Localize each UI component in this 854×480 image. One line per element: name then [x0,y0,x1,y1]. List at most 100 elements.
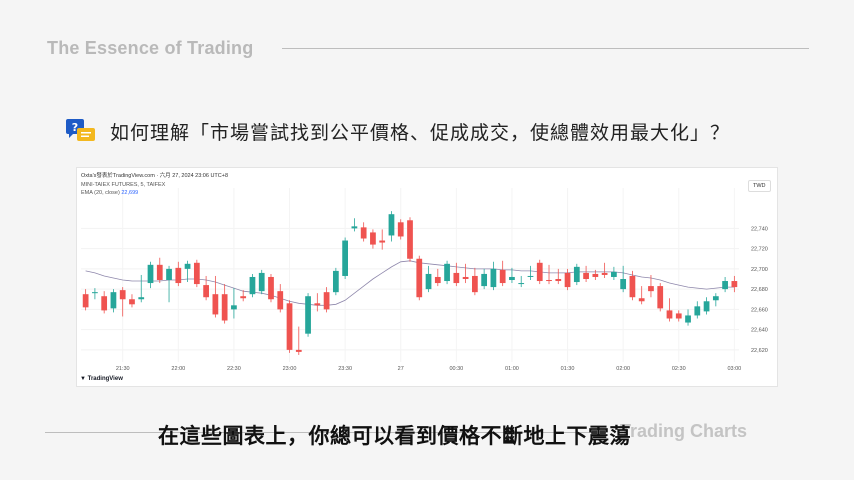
candle-body [110,292,117,309]
candle-body [286,303,293,350]
candle-body [193,262,200,285]
candle-body [629,275,636,298]
tradingview-logo: ▼ TradingView [80,376,123,382]
subtitle-caption: 在這些圖表上，你總可以看到價格不斷地上下震蕩 [158,424,631,448]
candle-body [231,305,237,310]
candle-body [638,298,645,302]
candle-body [564,272,571,288]
chart-attribution: Oxta's發表於TradingView.com · 六月 27, 2024 2… [81,173,229,179]
candle-body [444,263,450,282]
candle-body [620,279,627,290]
x-tick-label: 03:00 [727,366,741,372]
candle-body [166,268,172,281]
candle-body [527,275,534,277]
candle-body [490,268,497,288]
candle-body [184,263,191,269]
x-tick-label: 01:00 [505,366,519,372]
candle-body [481,273,488,287]
ema-line [85,260,735,306]
candle-body [648,286,654,292]
candle-body [555,279,562,282]
brand-title: The Essence of Trading [47,38,254,58]
question-chat-icon: ? [66,119,95,141]
candle-body [601,272,608,275]
chart-symbol: MINI-TAIEX FUTURES, 5, TAIFEX [81,182,166,188]
currency-badge[interactable]: TWD [748,180,771,192]
ema-value: 22,699 [121,190,139,196]
chart-card: 22,620 22,640 22,660 22,680 22,700 22,720 22,7… [76,167,778,387]
candle-body [722,281,728,290]
y-tick-label: 22,700 [751,267,768,273]
x-tick-label: 27 [398,366,404,372]
y-tick-label: 22,620 [751,348,768,354]
candle-body [342,240,348,276]
candle-body [425,273,432,290]
footer-section-label: Trading Charts [620,421,748,441]
candle-body [351,226,358,229]
candle-body [583,272,589,279]
x-tick-label: 22:30 [227,366,241,372]
candle-body [592,273,599,277]
candle-body [203,285,209,298]
x-tick-label: 23:30 [338,366,352,372]
x-tick-label: 23:00 [283,366,297,372]
chart-ema-legend: EMA (20, close) 22,699 [81,190,138,196]
x-tick-label: 00:30 [449,366,463,372]
y-tick-label: 22,740 [751,226,768,232]
candle-body [277,291,284,310]
candle-body [388,214,395,236]
candle-body [462,276,469,279]
candle-body [416,258,423,298]
candle-body [295,349,302,352]
candle-body [536,262,543,282]
header-divider [282,48,809,49]
candle-body [518,283,525,285]
candle-body [249,276,256,295]
candle-body [92,292,98,294]
x-tick-label: 22:00 [171,366,185,372]
candle-body [147,264,154,284]
tradingview-logo-icon: ▼ [80,376,86,382]
candle-body [268,276,274,300]
candle-body [712,296,719,301]
candle-body [138,297,145,300]
candle-body [370,232,376,245]
x-tick-label: 02:30 [672,366,686,372]
candlestick-chart: 22,620 22,640 22,660 22,680 22,700 22,720 22,7… [81,188,768,372]
candle-body [509,276,515,281]
candle-body [101,296,108,311]
candle-body [305,296,311,334]
candle-body [221,294,228,321]
candle-body [694,306,701,316]
x-tick-label: 01:30 [561,366,575,372]
candle-body [129,299,135,305]
candle-body [703,301,710,312]
x-tick-label: 21:30 [116,366,130,372]
candle-body [314,303,321,306]
candle-body [453,272,460,284]
y-tick-label: 22,720 [751,247,768,253]
candle-body [573,266,580,283]
candle-body [258,272,265,292]
y-tick-label: 22,680 [751,287,768,293]
candle-body [657,286,664,309]
candle-body [434,276,441,284]
candle-body [499,269,506,284]
tradingview-logo-text: TradingView [87,376,123,382]
candle-body [156,264,163,281]
ema-label: EMA (20, close) [81,190,120,196]
candle-body [546,280,552,282]
candle-body [407,220,413,259]
y-tick-label: 22,660 [751,307,768,313]
candle-body [685,315,691,323]
candle-body [611,271,617,277]
y-tick-label: 22,640 [751,328,768,334]
x-tick-label: 02:00 [616,366,630,372]
candle-body [332,270,339,293]
question-title: 如何理解「市場嘗試找到公平價格、促成成交，使總體效用最大化」？ [110,122,731,144]
candle-body [212,294,219,315]
candle-body [360,227,367,239]
candle-body [666,310,673,319]
candle-body [240,296,247,299]
candle-body [675,313,682,319]
